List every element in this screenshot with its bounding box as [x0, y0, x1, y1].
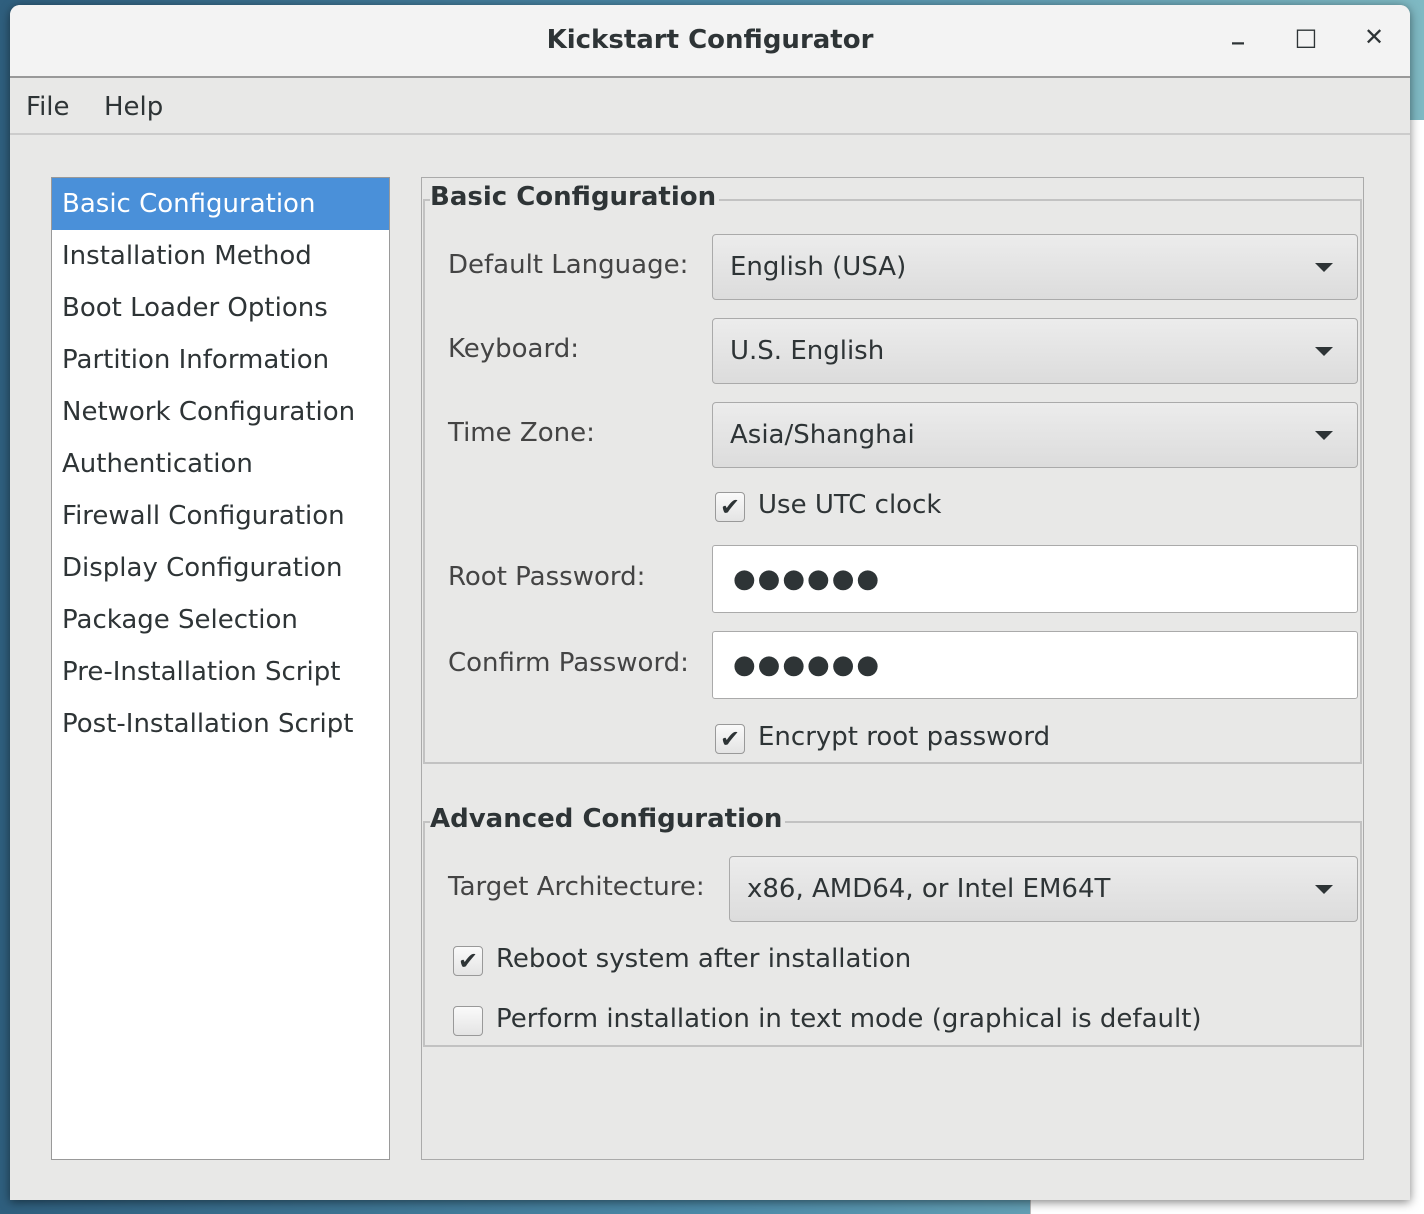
reboot-checkbox[interactable]: ✔: [453, 946, 483, 976]
target-architecture-label: Target Architecture:: [448, 872, 705, 902]
keyboard-value: U.S. English: [730, 336, 885, 366]
keyboard-label: Keyboard:: [448, 334, 579, 364]
advanced-configuration-title: Advanced Configuration: [430, 804, 786, 834]
section-list: Basic Configuration Installation Method …: [51, 177, 390, 1160]
default-language-label: Default Language:: [448, 250, 689, 280]
utc-clock-label[interactable]: Use UTC clock: [758, 490, 941, 520]
sidebar-item-pre-installation-script[interactable]: Pre-Installation Script: [52, 646, 389, 698]
keyboard-dropdown[interactable]: U.S. English: [712, 318, 1358, 384]
window-title: Kickstart Configurator: [546, 25, 874, 55]
sidebar-item-boot-loader-options[interactable]: Boot Loader Options: [52, 282, 389, 334]
maximize-icon[interactable]: □: [1286, 23, 1326, 51]
sidebar-item-post-installation-script[interactable]: Post-Installation Script: [52, 698, 389, 750]
sidebar-item-display-configuration[interactable]: Display Configuration: [52, 542, 389, 594]
target-architecture-dropdown[interactable]: x86, AMD64, or Intel EM64T: [729, 856, 1358, 922]
menu-help[interactable]: Help: [104, 92, 163, 122]
time-zone-value: Asia/Shanghai: [730, 420, 915, 450]
default-language-dropdown[interactable]: English (USA): [712, 234, 1358, 300]
reboot-label[interactable]: Reboot system after installation: [496, 944, 911, 974]
menu-file[interactable]: File: [26, 92, 70, 122]
encrypt-password-checkbox[interactable]: ✔: [715, 724, 745, 754]
chevron-down-icon: [1315, 431, 1333, 440]
text-mode-label[interactable]: Perform installation in text mode (graph…: [496, 1004, 1202, 1034]
root-password-label: Root Password:: [448, 562, 646, 592]
chevron-down-icon: [1315, 347, 1333, 356]
content-panel: Basic Configuration Default Language: En…: [421, 177, 1364, 1160]
sidebar-item-partition-information[interactable]: Partition Information: [52, 334, 389, 386]
sidebar-item-installation-method[interactable]: Installation Method: [52, 230, 389, 282]
time-zone-label: Time Zone:: [448, 418, 595, 448]
root-password-input[interactable]: ●●●●●●: [712, 545, 1358, 613]
sidebar-item-package-selection[interactable]: Package Selection: [52, 594, 389, 646]
sidebar-item-basic-configuration[interactable]: Basic Configuration: [52, 178, 389, 230]
menu-bar: File Help: [10, 80, 1410, 135]
encrypt-password-label[interactable]: Encrypt root password: [758, 722, 1050, 752]
chevron-down-icon: [1315, 263, 1333, 272]
kickstart-window: Kickstart Configurator _ □ ✕ File Help B…: [10, 5, 1410, 1200]
sidebar-item-authentication[interactable]: Authentication: [52, 438, 389, 490]
default-language-value: English (USA): [730, 252, 907, 282]
text-mode-checkbox[interactable]: [453, 1006, 483, 1036]
confirm-password-input[interactable]: ●●●●●●: [712, 631, 1358, 699]
confirm-password-label: Confirm Password:: [448, 648, 689, 678]
minimize-icon[interactable]: _: [1218, 17, 1258, 45]
sidebar-item-firewall-configuration[interactable]: Firewall Configuration: [52, 490, 389, 542]
time-zone-dropdown[interactable]: Asia/Shanghai: [712, 402, 1358, 468]
close-icon[interactable]: ✕: [1354, 23, 1394, 51]
utc-clock-checkbox[interactable]: ✔: [715, 492, 745, 522]
sidebar-item-network-configuration[interactable]: Network Configuration: [52, 386, 389, 438]
target-architecture-value: x86, AMD64, or Intel EM64T: [747, 874, 1111, 904]
chevron-down-icon: [1315, 885, 1333, 894]
basic-configuration-title: Basic Configuration: [430, 182, 720, 212]
title-bar: Kickstart Configurator _ □ ✕: [10, 5, 1410, 78]
